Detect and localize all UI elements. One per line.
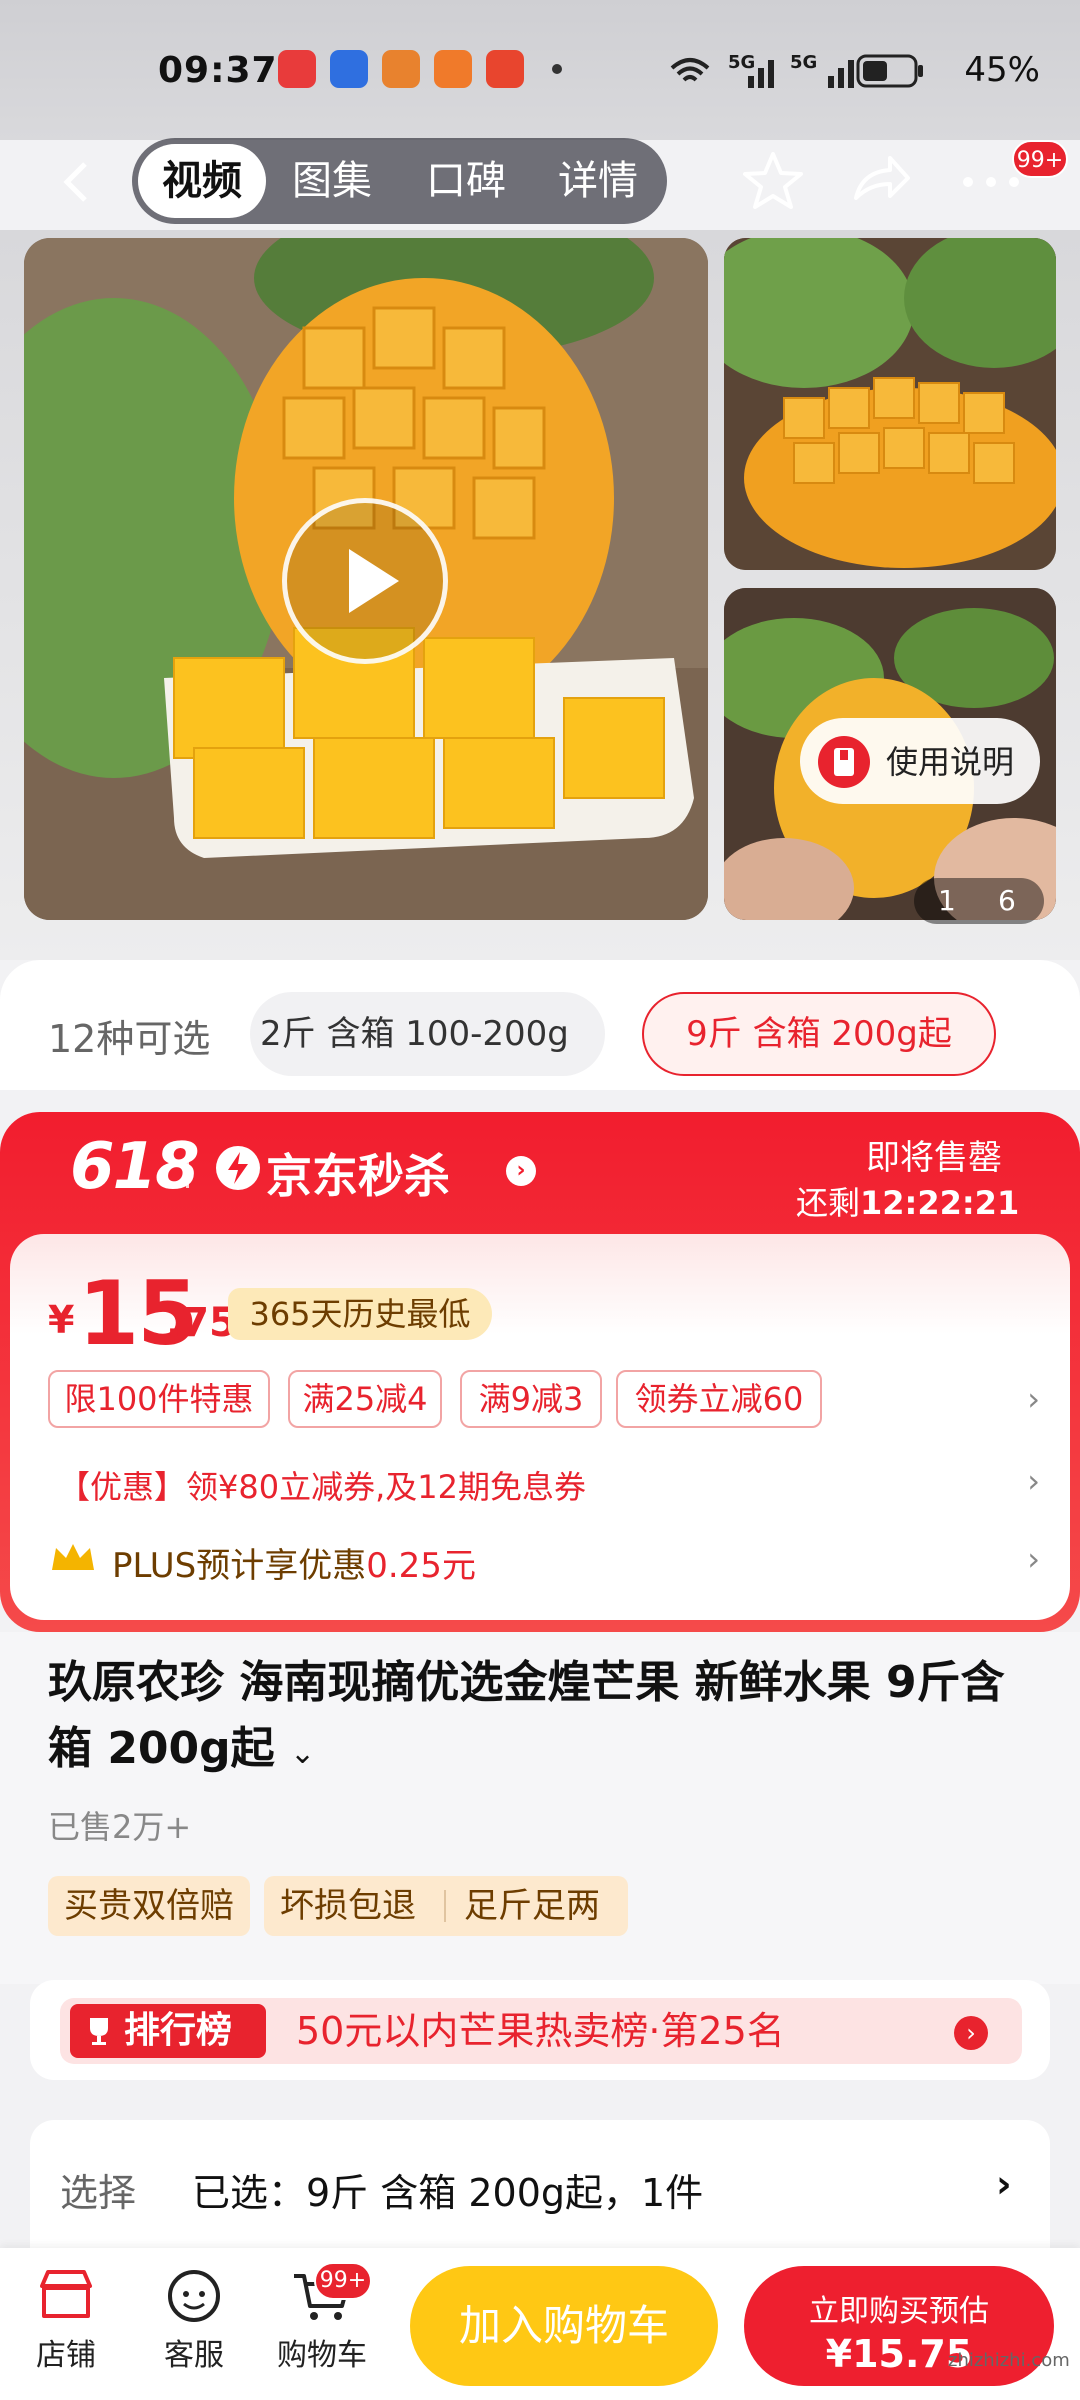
guarantee-group[interactable]: 坏损包退 足斤足两	[264, 1876, 628, 1936]
customer-service-button[interactable]: 客服	[144, 2266, 244, 2374]
manga-icon	[486, 50, 524, 88]
guarantee-double-refund[interactable]: 买贵双倍赔	[48, 1876, 250, 1936]
product-title-text: 玖原农珍 海南现摘优选金煌芒果 新鲜水果 9斤含箱 200g起	[48, 1657, 1005, 1774]
store-icon	[40, 2270, 92, 2318]
net-label-2: 5G	[790, 52, 818, 73]
guarantee-divider	[444, 1890, 446, 1922]
coupon-offer[interactable]: 【优惠】领¥80立减券,及12期免息券	[58, 1462, 586, 1508]
favorite-button[interactable]	[738, 146, 808, 216]
weibo-icon	[382, 50, 420, 88]
promo-tag-full-reduction-1[interactable]: 满25减4	[288, 1370, 442, 1428]
lowest-price-badge: 365天历史最低	[228, 1288, 492, 1340]
baidu-icon	[330, 50, 368, 88]
ranking-chevron-icon[interactable]: ›	[954, 2016, 988, 2050]
guarantee-full-weight: 足斤足两	[464, 1886, 600, 1926]
battery-icon	[856, 54, 923, 88]
cart-label: 购物车	[277, 2338, 367, 2373]
countdown-value: 12:22:21	[860, 1184, 1020, 1222]
flash-sale-icon	[216, 1146, 260, 1190]
sku-count-label: 12种可选	[48, 1017, 211, 1061]
more-badge: 99+	[1012, 140, 1068, 178]
plus-discount[interactable]: PLUS预计享优惠0.25元	[112, 1538, 476, 1587]
reader-icon	[434, 50, 472, 88]
mango-thumbnail-image	[724, 238, 1056, 570]
play-icon	[349, 549, 399, 613]
countdown: 还剩12:22:21	[796, 1178, 1019, 1224]
gallery-pager: 1 6	[914, 878, 1044, 924]
sold-count: 已售2万+	[48, 1808, 192, 1846]
promo-tags-chevron-icon[interactable]: ›	[1027, 1380, 1040, 1418]
select-chevron-icon[interactable]: ›	[996, 2162, 1012, 2206]
trophy-icon	[90, 2018, 108, 2045]
sku-option-2-selected[interactable]: 9斤 含箱 200g起	[642, 992, 996, 1076]
play-button[interactable]	[282, 498, 448, 664]
plus-value: 0.25元	[366, 1546, 476, 1586]
ranking-badge: 排行榜	[70, 2004, 266, 2058]
ranking-text: 50元以内芒果热卖榜·第25名	[296, 2009, 785, 2053]
banner-divider	[186, 1150, 189, 1188]
crown-icon	[48, 1540, 98, 1576]
tab-gallery[interactable]: 图集	[272, 138, 392, 224]
select-label: 选择	[60, 2171, 137, 2215]
net-label-1: 5G	[728, 52, 756, 73]
coupon-chevron-icon[interactable]: ›	[1027, 1462, 1040, 1500]
more-notifications-dot	[552, 64, 562, 74]
guarantee-damage-refund: 坏损包退	[280, 1886, 416, 1926]
promo-tag-limited[interactable]: 限100件特惠	[48, 1370, 270, 1428]
price-decimal: .75	[166, 1300, 237, 1346]
service-face-icon	[168, 2270, 220, 2322]
cart-badge: 99+	[314, 2262, 372, 2300]
tab-video[interactable]: 视频	[138, 144, 266, 218]
store-label: 店铺	[36, 2338, 96, 2373]
sku-option-1[interactable]: 2斤 含箱 100-200g	[250, 992, 605, 1076]
chevron-left-icon	[63, 162, 87, 202]
tab-details[interactable]: 详情	[536, 138, 660, 224]
promo-tag-full-reduction-2[interactable]: 满9减3	[460, 1370, 602, 1428]
usage-manual-label: 使用说明	[886, 743, 1015, 781]
price-currency: ¥	[48, 1298, 75, 1342]
pager-total: 6	[998, 884, 1016, 917]
add-to-cart-button[interactable]: 加入购物车	[410, 2266, 718, 2386]
app-notification-icon	[278, 50, 316, 88]
store-button[interactable]: 店铺	[16, 2266, 116, 2374]
ranking-badge-label: 排行榜	[124, 2010, 233, 2051]
chevron-down-icon[interactable]: ⌄	[290, 1736, 315, 1771]
pager-current: 1	[938, 884, 956, 917]
service-label: 客服	[164, 2338, 224, 2373]
plus-text: PLUS预计享优惠	[112, 1546, 367, 1586]
tab-reviews[interactable]: 口碑	[402, 138, 530, 224]
back-button[interactable]	[55, 152, 95, 212]
share-button[interactable]	[846, 146, 916, 216]
selected-spec: 已选：9斤 含箱 200g起，1件	[192, 2171, 704, 2215]
watermark: zhizhizhi.com	[948, 2350, 1070, 2371]
product-title[interactable]: 玖原农珍 海南现摘优选金煌芒果 新鲜水果 9斤含箱 200g起 ⌄	[48, 1650, 1038, 1787]
jd-flash-sale-title[interactable]: 京东秒杀	[266, 1140, 450, 1206]
almost-sold-out: 即将售罄	[866, 1138, 1002, 1178]
battery-percent: 45%	[964, 50, 1040, 90]
event-618-logo: 618	[70, 1130, 200, 1204]
chevron-right-icon[interactable]: ›	[506, 1156, 536, 1186]
plus-chevron-icon[interactable]: ›	[1027, 1540, 1040, 1578]
manual-book-icon	[818, 736, 870, 788]
star-icon	[743, 152, 803, 209]
status-time: 09:37	[158, 50, 278, 91]
promo-tag-coupon[interactable]: 领券立减60	[616, 1370, 822, 1428]
signal-icons	[670, 58, 854, 88]
countdown-label: 还剩	[796, 1184, 861, 1222]
gallery-thumbnail-1[interactable]	[724, 238, 1056, 570]
share-icon	[854, 156, 910, 200]
buy-now-label: 立即购买预估	[809, 2294, 989, 2329]
